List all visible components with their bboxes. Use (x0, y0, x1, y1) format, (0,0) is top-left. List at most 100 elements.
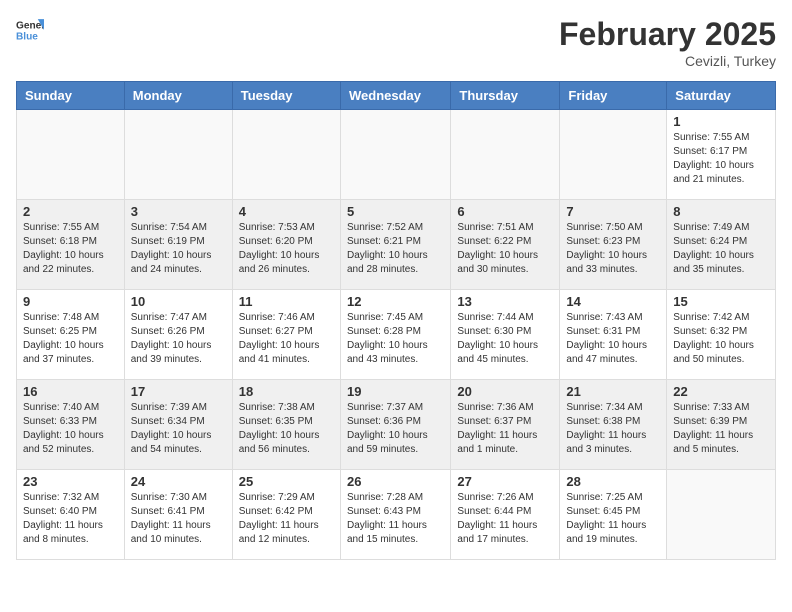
title-block: February 2025 Cevizli, Turkey (559, 16, 776, 69)
day-cell: 2Sunrise: 7:55 AM Sunset: 6:18 PM Daylig… (17, 200, 125, 290)
day-number: 9 (23, 294, 118, 309)
weekday-header-monday: Monday (124, 82, 232, 110)
day-cell: 19Sunrise: 7:37 AM Sunset: 6:36 PM Dayli… (340, 380, 450, 470)
day-number: 28 (566, 474, 660, 489)
day-number: 23 (23, 474, 118, 489)
day-cell: 4 Sunrise: 7:53 AM Sunset: 6:20 PM Daylig… (232, 200, 340, 290)
day-cell: 21Sunrise: 7:34 AM Sunset: 6:38 PM Dayli… (560, 380, 667, 470)
day-number: 16 (23, 384, 118, 399)
day-info: Sunrise: 7:52 AM Sunset: 6:21 PM Dayligh… (347, 221, 444, 277)
day-number: 27 (457, 474, 553, 489)
day-number: 26 (347, 474, 444, 489)
weekday-header-thursday: Thursday (451, 82, 560, 110)
day-cell (667, 470, 776, 560)
day-info: Sunrise: 7:50 AM Sunset: 6:23 PM Dayligh… (566, 221, 660, 277)
page-header: General Blue February 2025 Cevizli, Turk… (16, 16, 776, 69)
day-cell (232, 110, 340, 200)
day-cell: 28 Sunrise: 7:25 AM Sunset: 6:45 PM Dayli… (560, 470, 667, 560)
day-cell: 3 Sunrise: 7:54 AM Sunset: 6:19 PM Daylig… (124, 200, 232, 290)
day-cell: 27 Sunrise: 7:26 AM Sunset: 6:44 PM Dayli… (451, 470, 560, 560)
day-number: 25 (239, 474, 334, 489)
day-cell: 24Sunrise: 7:30 AM Sunset: 6:41 PM Dayli… (124, 470, 232, 560)
day-info: Sunrise: 7:44 AM Sunset: 6:30 PM Dayligh… (457, 311, 553, 367)
day-cell (17, 110, 125, 200)
day-cell: 20 Sunrise: 7:36 AM Sunset: 6:37 PM Dayli… (451, 380, 560, 470)
day-info: Sunrise: 7:29 AM Sunset: 6:42 PM Dayligh… (239, 491, 334, 547)
week-row-3: 9Sunrise: 7:48 AM Sunset: 6:25 PM Daylig… (17, 290, 776, 380)
day-info: Sunrise: 7:28 AM Sunset: 6:43 PM Dayligh… (347, 491, 444, 547)
day-cell: 1Sunrise: 7:55 AM Sunset: 6:17 PM Daylig… (667, 110, 776, 200)
day-info: Sunrise: 7:40 AM Sunset: 6:33 PM Dayligh… (23, 401, 118, 457)
calendar-table: SundayMondayTuesdayWednesdayThursdayFrid… (16, 81, 776, 560)
day-cell (340, 110, 450, 200)
day-cell: 11 Sunrise: 7:46 AM Sunset: 6:27 PM Dayli… (232, 290, 340, 380)
day-number: 5 (347, 204, 444, 219)
day-info: Sunrise: 7:36 AM Sunset: 6:37 PM Dayligh… (457, 401, 553, 457)
day-cell: 6 Sunrise: 7:51 AM Sunset: 6:22 PM Daylig… (451, 200, 560, 290)
day-number: 13 (457, 294, 553, 309)
day-number: 24 (131, 474, 226, 489)
day-number: 10 (131, 294, 226, 309)
day-cell (451, 110, 560, 200)
day-info: Sunrise: 7:46 AM Sunset: 6:27 PM Dayligh… (239, 311, 334, 367)
day-info: Sunrise: 7:51 AM Sunset: 6:22 PM Dayligh… (457, 221, 553, 277)
day-cell (560, 110, 667, 200)
day-number: 6 (457, 204, 553, 219)
day-cell: 13 Sunrise: 7:44 AM Sunset: 6:30 PM Dayli… (451, 290, 560, 380)
day-info: Sunrise: 7:26 AM Sunset: 6:44 PM Dayligh… (457, 491, 553, 547)
logo-icon: General Blue (16, 16, 44, 44)
logo: General Blue (16, 16, 44, 44)
day-cell: 25 Sunrise: 7:29 AM Sunset: 6:42 PM Dayli… (232, 470, 340, 560)
day-number: 11 (239, 294, 334, 309)
svg-text:Blue: Blue (16, 31, 38, 42)
day-number: 15 (673, 294, 769, 309)
day-cell: 18 Sunrise: 7:38 AM Sunset: 6:35 PM Dayli… (232, 380, 340, 470)
location: Cevizli, Turkey (559, 53, 776, 69)
day-number: 1 (673, 114, 769, 129)
day-number: 14 (566, 294, 660, 309)
day-cell: 7 Sunrise: 7:50 AM Sunset: 6:23 PM Daylig… (560, 200, 667, 290)
day-cell: 12 Sunrise: 7:45 AM Sunset: 6:28 PM Dayli… (340, 290, 450, 380)
week-row-2: 2Sunrise: 7:55 AM Sunset: 6:18 PM Daylig… (17, 200, 776, 290)
day-info: Sunrise: 7:49 AM Sunset: 6:24 PM Dayligh… (673, 221, 769, 277)
day-cell: 17Sunrise: 7:39 AM Sunset: 6:34 PM Dayli… (124, 380, 232, 470)
day-cell: 26 Sunrise: 7:28 AM Sunset: 6:43 PM Dayli… (340, 470, 450, 560)
day-cell: 8 Sunrise: 7:49 AM Sunset: 6:24 PM Daylig… (667, 200, 776, 290)
day-cell (124, 110, 232, 200)
day-number: 4 (239, 204, 334, 219)
day-info: Sunrise: 7:42 AM Sunset: 6:32 PM Dayligh… (673, 311, 769, 367)
day-number: 20 (457, 384, 553, 399)
day-number: 3 (131, 204, 226, 219)
day-number: 18 (239, 384, 334, 399)
week-row-1: 1Sunrise: 7:55 AM Sunset: 6:17 PM Daylig… (17, 110, 776, 200)
weekday-header-tuesday: Tuesday (232, 82, 340, 110)
day-number: 19 (347, 384, 444, 399)
day-info: Sunrise: 7:53 AM Sunset: 6:20 PM Dayligh… (239, 221, 334, 277)
day-info: Sunrise: 7:25 AM Sunset: 6:45 PM Dayligh… (566, 491, 660, 547)
day-info: Sunrise: 7:45 AM Sunset: 6:28 PM Dayligh… (347, 311, 444, 367)
day-cell: 9Sunrise: 7:48 AM Sunset: 6:25 PM Daylig… (17, 290, 125, 380)
day-info: Sunrise: 7:32 AM Sunset: 6:40 PM Dayligh… (23, 491, 118, 547)
day-info: Sunrise: 7:54 AM Sunset: 6:19 PM Dayligh… (131, 221, 226, 277)
day-number: 17 (131, 384, 226, 399)
day-cell: 16 Sunrise: 7:40 AM Sunset: 6:33 PM Dayli… (17, 380, 125, 470)
day-info: Sunrise: 7:47 AM Sunset: 6:26 PM Dayligh… (131, 311, 226, 367)
day-number: 22 (673, 384, 769, 399)
day-cell: 10 Sunrise: 7:47 AM Sunset: 6:26 PM Dayli… (124, 290, 232, 380)
day-cell: 15 Sunrise: 7:42 AM Sunset: 6:32 PM Dayli… (667, 290, 776, 380)
month-year: February 2025 (559, 16, 776, 53)
weekday-header-wednesday: Wednesday (340, 82, 450, 110)
day-info: Sunrise: 7:38 AM Sunset: 6:35 PM Dayligh… (239, 401, 334, 457)
weekday-header-sunday: Sunday (17, 82, 125, 110)
day-number: 8 (673, 204, 769, 219)
day-cell: 23 Sunrise: 7:32 AM Sunset: 6:40 PM Dayli… (17, 470, 125, 560)
day-number: 12 (347, 294, 444, 309)
day-info: Sunrise: 7:43 AM Sunset: 6:31 PM Dayligh… (566, 311, 660, 367)
weekday-header-saturday: Saturday (667, 82, 776, 110)
weekday-header-row: SundayMondayTuesdayWednesdayThursdayFrid… (17, 82, 776, 110)
day-number: 7 (566, 204, 660, 219)
day-cell: 14 Sunrise: 7:43 AM Sunset: 6:31 PM Dayli… (560, 290, 667, 380)
day-info: Sunrise: 7:55 AM Sunset: 6:18 PM Dayligh… (23, 221, 118, 277)
day-info: Sunrise: 7:33 AM Sunset: 6:39 PM Dayligh… (673, 401, 769, 457)
day-number: 21 (566, 384, 660, 399)
